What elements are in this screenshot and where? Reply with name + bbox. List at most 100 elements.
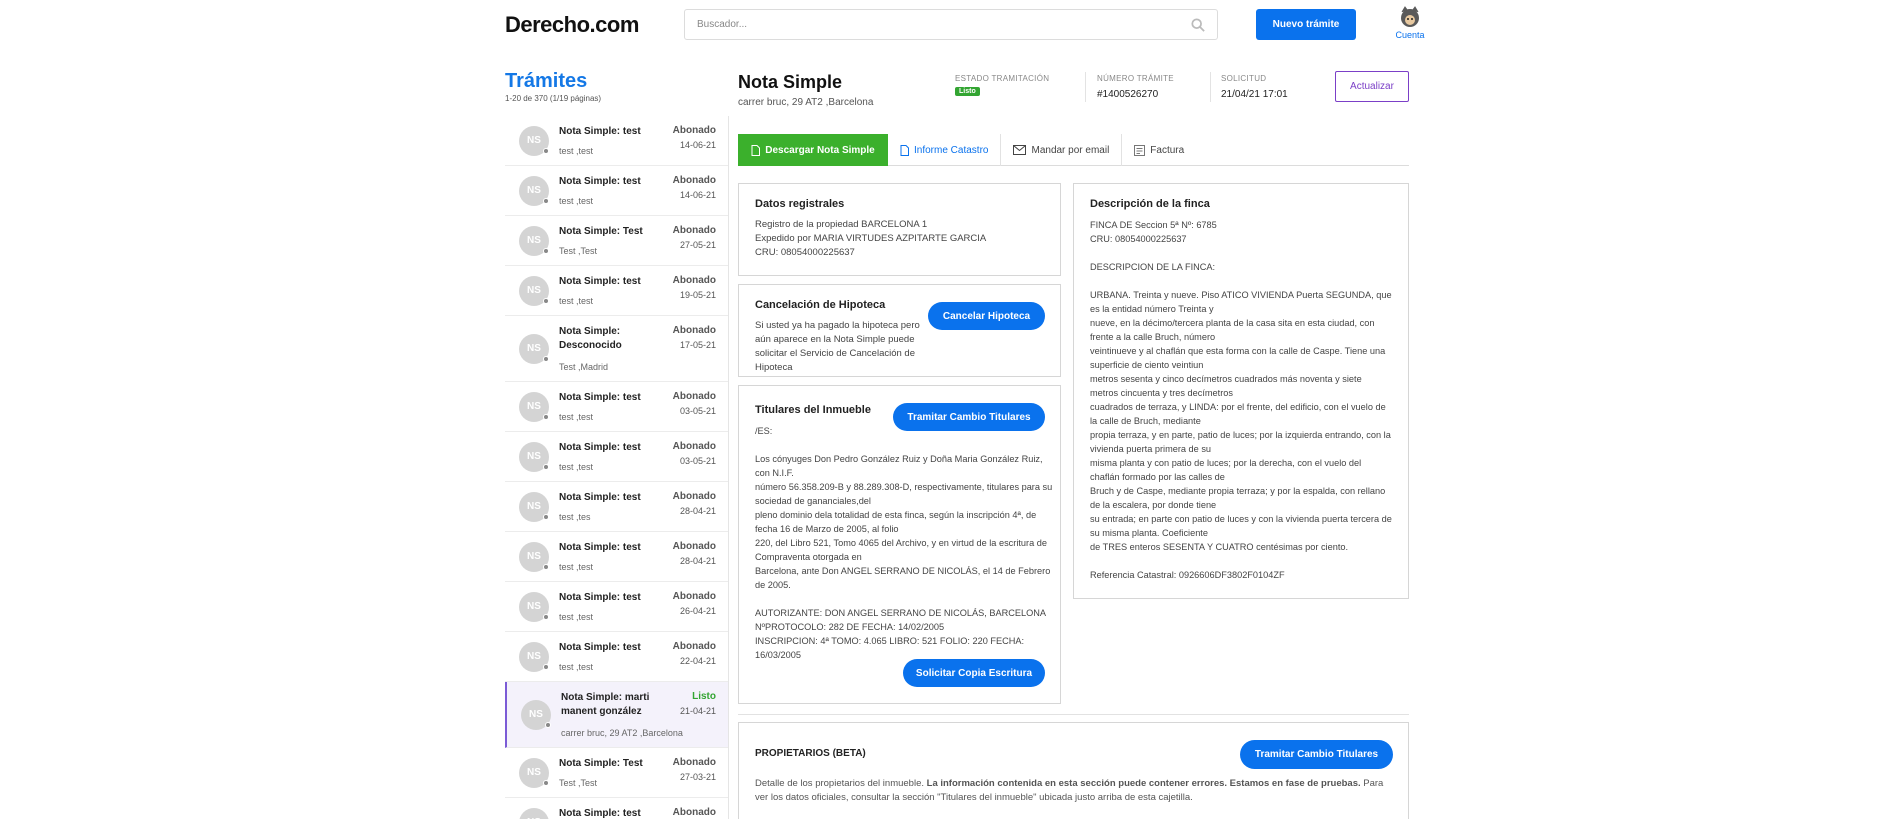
solicitud-label: SOLICITUD: [1221, 74, 1267, 83]
card-body: /ES: Los cónyuges Don Pedro González Rui…: [755, 426, 1053, 660]
item-subtitle: test ,test: [559, 462, 594, 472]
datos-registrales-card: Datos registrales Registro de la propied…: [738, 183, 1061, 276]
item-subtitle: carrer bruc, 29 AT2 ,Barcelona: [561, 728, 683, 738]
avatar: NS: [519, 541, 549, 572]
item-title: Nota Simple: test: [559, 542, 641, 553]
avatar-initials: NS: [527, 235, 541, 246]
avatar-initials: NS: [527, 135, 541, 146]
item-status: Abonado: [672, 125, 716, 136]
solicitar-copia-escritura-button[interactable]: Solicitar Copia Escritura: [903, 659, 1045, 687]
item-date: 26-04-21: [679, 606, 716, 616]
item-date: 14-06-21: [679, 190, 716, 200]
list-item[interactable]: NSNota Simple: testtest ,testAbonado25-0…: [505, 798, 728, 819]
avatar: NS: [519, 491, 549, 522]
list-item[interactable]: NS Nota Simple: Desconocido Test ,Madrid Ab…: [505, 316, 728, 382]
item-status: Abonado: [672, 491, 716, 502]
tramites-list[interactable]: NS Nota Simple: test test ,test Abonado 14-0…: [505, 116, 729, 819]
document-icon: [900, 144, 909, 156]
item-subtitle: Test ,Madrid: [559, 362, 609, 372]
list-item[interactable]: NS Nota Simple: test test ,tes Abonado 28-04…: [505, 482, 728, 532]
new-tramite-button[interactable]: Nuevo trámite: [1256, 9, 1356, 40]
tramitar-cambio-titulares-button[interactable]: Tramitar Cambio Titulares: [1240, 740, 1393, 769]
tab-factura[interactable]: Factura: [1122, 134, 1196, 166]
item-status: Abonado: [672, 441, 716, 452]
avatar-initials: NS: [527, 551, 541, 562]
list-item[interactable]: NS Nota Simple: test test ,test Abonado 28-0…: [505, 532, 728, 582]
item-date: 17-05-21: [679, 340, 716, 350]
avatar: NS: [519, 175, 549, 206]
status-dot: [545, 721, 551, 728]
list-item[interactable]: NS Nota Simple: test test ,test Abonado 14-0…: [505, 116, 728, 166]
item-title: Nota Simple: marti manent gonzález: [561, 692, 650, 717]
item-subtitle: test ,test: [559, 612, 594, 622]
logo[interactable]: Derecho.com: [505, 12, 639, 38]
status-dot: [543, 563, 549, 570]
tab-mandar-email[interactable]: Mandar por email: [1001, 134, 1123, 166]
avatar: NS: [519, 333, 549, 364]
item-title: Nota Simple: Test: [559, 226, 643, 237]
item-title: Nota Simple: test: [559, 642, 641, 653]
propietarios-card: PROPIETARIOS (BETA) Detalle de los propi…: [738, 722, 1409, 819]
list-item[interactable]: NS Nota Simple: test test ,test Abonado 03-0…: [505, 382, 728, 432]
avatar: NS: [519, 591, 549, 622]
descripcion-finca-card: Descripción de la finca FINCA DE Seccion…: [1073, 183, 1409, 599]
item-subtitle: test ,test: [559, 412, 594, 422]
avatar-initials: NS: [527, 451, 541, 462]
sidebar-pagination: 1-20 de 370 (1/19 páginas): [505, 94, 602, 103]
avatar-initials: NS: [529, 709, 543, 720]
item-date: 28-04-21: [679, 556, 716, 566]
item-title: Nota Simple: test: [559, 492, 641, 503]
status-dot: [543, 613, 549, 620]
list-item[interactable]: NS Nota Simple: test test ,test Abonado 19-0…: [505, 266, 728, 316]
avatar-initials: NS: [527, 767, 541, 778]
item-subtitle: Test ,Test: [559, 246, 598, 256]
titulares-card: Titulares del Inmueble /ES: Los cónyuges…: [738, 385, 1061, 704]
item-title: Nota Simple: test: [559, 392, 641, 403]
sidebar-title: Trámites: [505, 70, 588, 92]
avatar-initials: NS: [527, 601, 541, 612]
list-item[interactable]: NS Nota Simple: marti manent gonzález carr…: [505, 682, 728, 748]
item-status: Abonado: [672, 591, 716, 602]
avatar: NS: [519, 225, 549, 256]
email-label: Mandar por email: [1031, 144, 1110, 156]
avatar: NS: [519, 807, 549, 819]
avatar-icon: [1401, 6, 1419, 27]
catastro-label: Informe Catastro: [914, 144, 989, 156]
item-subtitle: Test ,Test: [559, 778, 598, 788]
search-icon[interactable]: [1191, 17, 1205, 32]
avatar: NS: [519, 275, 549, 306]
avatar: NS: [519, 441, 549, 472]
avatar: NS: [519, 757, 549, 788]
avatar-initials: NS: [527, 285, 541, 296]
document-icon: [751, 144, 761, 156]
item-title: Nota Simple: test: [559, 592, 641, 603]
search-input[interactable]: Buscador...: [684, 9, 1218, 40]
item-title: Nota Simple: test: [559, 126, 641, 137]
divider: [738, 714, 1409, 715]
account-menu[interactable]: Cuenta: [1392, 6, 1428, 40]
account-label: Cuenta: [1395, 30, 1425, 40]
list-item[interactable]: NS Nota Simple: test test ,test Abonado 22-0…: [505, 632, 728, 682]
item-status: Abonado: [672, 325, 716, 336]
list-item[interactable]: NS Nota Simple: test test ,test Abonado 26-0…: [505, 582, 728, 632]
list-item[interactable]: NS Nota Simple: test test ,test Abonado 03-0…: [505, 432, 728, 482]
tramitar-cambio-titulares-button[interactable]: Tramitar Cambio Titulares: [893, 403, 1045, 431]
tab-informe-catastro[interactable]: Informe Catastro: [888, 134, 1002, 166]
download-nota-simple-button[interactable]: Descargar Nota Simple: [738, 134, 888, 166]
item-status: Abonado: [672, 541, 716, 552]
item-subtitle: test ,test: [559, 196, 594, 206]
list-item[interactable]: NS Nota Simple: test test ,test Abonado 14-0…: [505, 166, 728, 216]
propietarios-text: Detalle de los propietarios del inmueble…: [755, 778, 927, 789]
item-date: 19-05-21: [679, 290, 716, 300]
estado-label: ESTADO TRAMITACIÓN: [955, 74, 1050, 83]
list-item[interactable]: NS Nota Simple: Test Test ,Test Abonado 27-0…: [505, 216, 728, 266]
item-subtitle: test ,test: [559, 146, 594, 156]
cancelar-hipoteca-button[interactable]: Cancelar Hipoteca: [928, 302, 1045, 330]
update-button[interactable]: Actualizar: [1335, 71, 1409, 102]
item-date: 28-04-21: [679, 506, 716, 516]
item-status: Abonado: [672, 175, 716, 186]
mail-icon: [1013, 145, 1027, 155]
status-dot: [543, 779, 549, 786]
status-dot: [543, 663, 549, 670]
list-item[interactable]: NS Nota Simple: Test Test ,Test Abonado 27-0…: [505, 748, 728, 798]
